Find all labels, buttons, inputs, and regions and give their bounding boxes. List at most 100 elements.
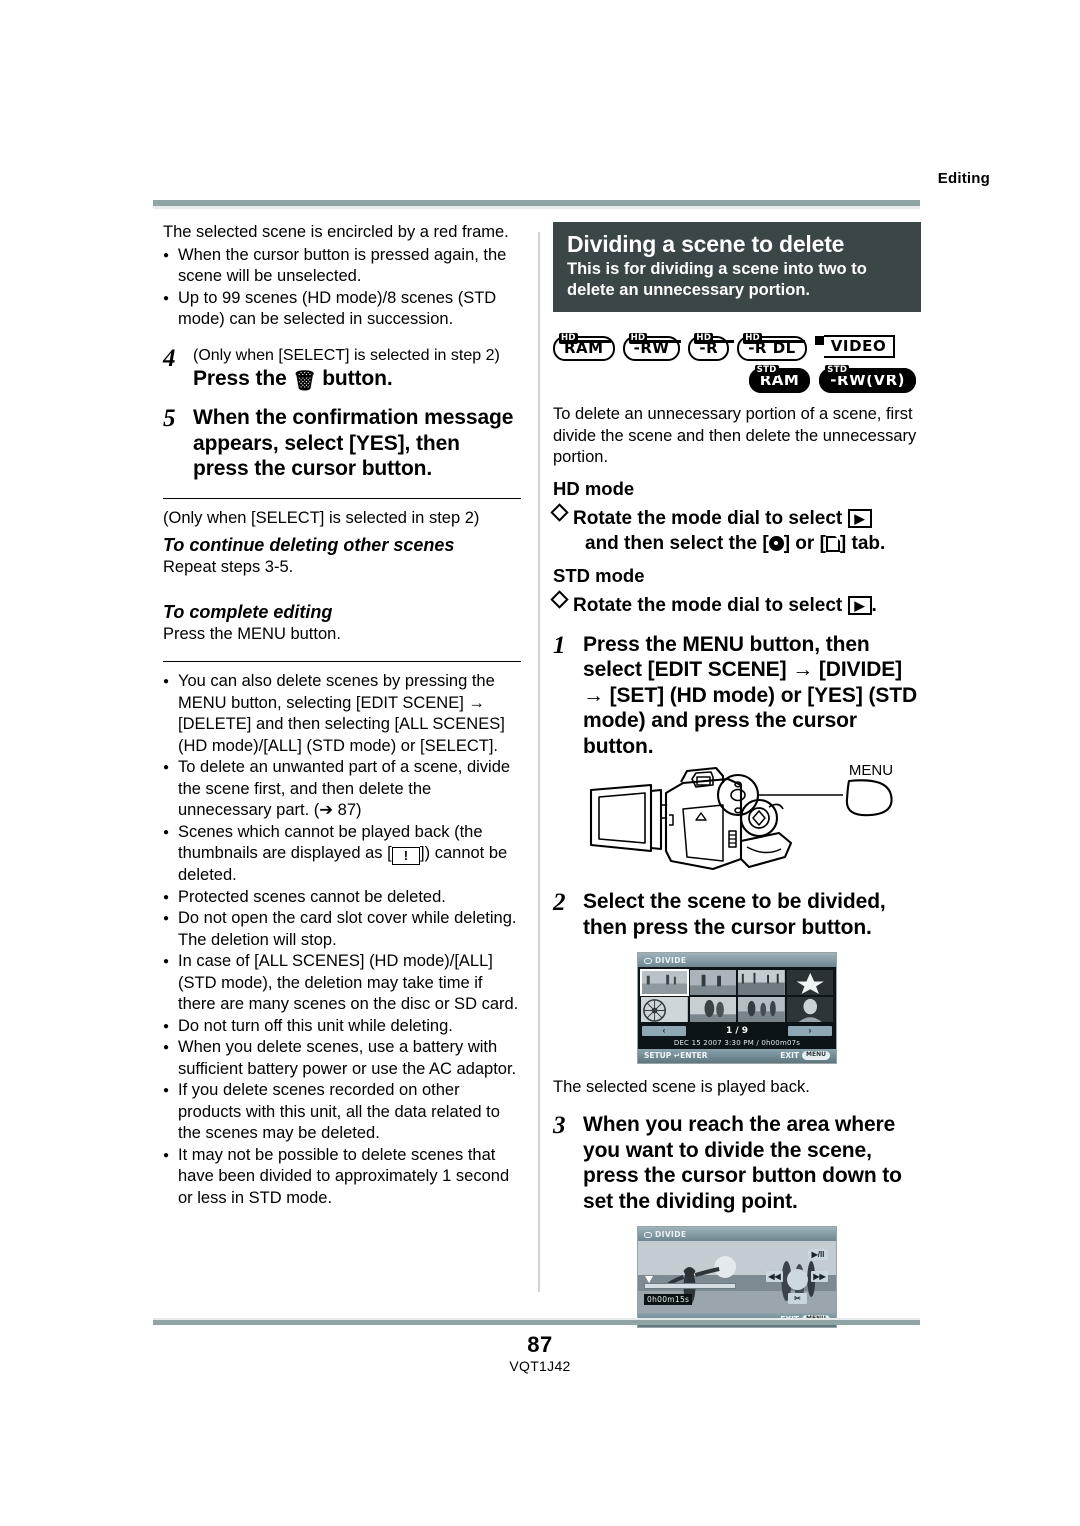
divider-rule (163, 497, 521, 499)
video-marker-icon (814, 336, 824, 345)
thumbnail-item[interactable] (786, 970, 833, 995)
std-mode-instruction-text: Rotate the mode dial to select ▶. (573, 593, 921, 618)
lcd-title-bar: DIVIDE (638, 953, 836, 967)
thumbnail-image (738, 997, 785, 1022)
badge-tag: STD (754, 365, 779, 376)
thumbnail-image (738, 970, 785, 995)
hd-mode-line-b-3: ] tab. (839, 532, 886, 554)
list-item: When you delete scenes, use a battery wi… (163, 1036, 521, 1080)
menu-chip-label: MENU (802, 1051, 830, 1060)
prev-page-button[interactable]: ‹ (642, 1026, 686, 1036)
playback-video-frame: ▶/II ◀◀ ▶▶ ✂ 0h00m15s (638, 1241, 836, 1313)
step-4-instruction: Press the 🗑 button. (193, 366, 521, 392)
lcd-playback-screen: DIVIDE ▶/II ◀◀ ▶▶ ✂ 0h00m15s (637, 1226, 837, 1328)
badge-tag: HD (694, 333, 714, 344)
lcd-thumbnail-screen: DIVIDE ‹ 1 / 9 › DEC 15 2007 3:30 PM / 0… (637, 952, 837, 1064)
disc-icon (644, 957, 652, 964)
list-item: When the cursor button is pressed again,… (163, 244, 521, 288)
std-mode-instruction: Rotate the mode dial to select ▶. (550, 589, 921, 618)
badge-std-ram: STD RAM (748, 365, 811, 393)
badge-hd-r: HD -R (688, 333, 735, 361)
lcd-title-text: DIVIDE (655, 956, 687, 965)
step-2: 2 Select the scene to be divided, then p… (553, 889, 921, 940)
left-after-note: (Only when [SELECT] is selected in step … (163, 508, 480, 527)
hd-mode-instruction: Rotate the mode dial to select ▶ and the… (550, 502, 921, 556)
lcd-nav-row: ‹ 1 / 9 › (638, 1025, 836, 1038)
subheading-continue-deleting: To continue deleting other scenes (163, 535, 455, 555)
step-4-note: (Only when [SELECT] is selected in step … (193, 346, 500, 364)
badge-video: VIDEO (814, 328, 896, 358)
play-pause-button[interactable]: ▶/II (808, 1249, 828, 1260)
step-3-instruction: When you reach the area where you want t… (583, 1113, 902, 1213)
step-number: 2 (553, 889, 566, 916)
fast-forward-button[interactable]: ▶▶ (811, 1271, 828, 1282)
thumbnail-item[interactable] (738, 997, 785, 1022)
badge-tag: HD (559, 333, 578, 344)
thumbnail-image (689, 970, 736, 995)
badge-hd-r-dl: HD -R DL (737, 333, 807, 361)
std-mode-label: STD mode (553, 564, 645, 586)
thumbnail-item[interactable] (786, 997, 833, 1022)
disc-icon (644, 1231, 652, 1238)
std-mode-line: Rotate the mode dial to select (573, 594, 843, 616)
page-number: 87 (527, 1332, 553, 1357)
position-marker-icon (645, 1276, 653, 1283)
timecode-label: 0h00m15s (644, 1294, 693, 1305)
warning-thumbnail-icon: ! (391, 847, 421, 865)
thumbnail-item-selected[interactable] (640, 969, 689, 996)
section-title-block: Dividing a scene to delete This is for d… (553, 222, 921, 312)
list-item: Up to 99 scenes (HD mode)/8 scenes (STD … (163, 287, 521, 331)
manual-page: Editing The selected scene is encircled … (0, 0, 1080, 1526)
header-rule (153, 200, 920, 209)
left-column: The selected scene is encircled by a red… (163, 222, 521, 1209)
scissors-divide-button[interactable]: ✂ (788, 1293, 807, 1304)
subheading-continue-body: Repeat steps 3-5. (163, 558, 294, 576)
left-intro-text: The selected scene is encircled by a red… (163, 223, 509, 241)
step-4: 4 (Only when [SELECT] is selected in ste… (163, 345, 521, 392)
hd-mode-line-b-1: and then select the [ (585, 532, 769, 554)
lcd-title-bar: DIVIDE (638, 1227, 836, 1241)
thumbnail-grid (638, 967, 836, 1025)
step-number: 3 (553, 1112, 566, 1139)
thumbnail-image (689, 997, 736, 1022)
lcd-footer-bar: SETUP ↵ENTER EXIT MENU (638, 1049, 836, 1063)
thumbnail-item[interactable] (738, 970, 785, 995)
hd-mode-line-a: Rotate the mode dial to select (573, 507, 843, 529)
list-item: You can also delete scenes by pressing t… (163, 670, 521, 757)
trash-icon: 🗑 (292, 370, 317, 392)
thumbnail-item[interactable] (689, 997, 736, 1022)
thumbnail-image (786, 997, 833, 1022)
caption-playback: The selected scene is played back. (553, 1078, 810, 1096)
step-4-text-after: button. (322, 366, 393, 390)
badge-tag: HD (628, 333, 648, 344)
progress-track[interactable] (644, 1276, 736, 1289)
camcorder-illustration: MENU (553, 762, 921, 875)
diamond-bullet-icon (550, 502, 569, 522)
list-item: In case of [ALL SCENES] (HD mode)/[ALL] … (163, 950, 521, 1016)
thumbnail-item[interactable] (641, 997, 688, 1022)
list-item: To delete an unwanted part of a scene, d… (163, 756, 521, 822)
subheading-complete-editing: To complete editing (163, 601, 333, 622)
footer-rule (153, 1318, 920, 1325)
diamond-bullet-icon (550, 589, 569, 609)
right-column: Dividing a scene to delete This is for d… (550, 222, 921, 1328)
badge-row-hd: HD RAM HD -RW HD -R HD -R DL VIDEO (553, 328, 921, 361)
badge-hd-rw: HD -RW (622, 333, 681, 361)
list-item-scenes-warning: Scenes which cannot be played back (the … (163, 821, 521, 887)
step-1-instruction: Press the MENU button, then select [EDIT… (583, 632, 918, 758)
lcd-footer-exit[interactable]: EXIT MENU (780, 1051, 830, 1060)
thumbnail-item[interactable] (689, 970, 736, 995)
step-5: 5 When the confirmation message appears,… (163, 405, 521, 482)
thumbnail-image (641, 970, 688, 995)
subheading-complete-body: Press the MENU button. (163, 624, 341, 643)
step-4-text-before: Press the (193, 366, 287, 390)
badge-tag: STD (825, 365, 850, 376)
left-intro-bullets: When the cursor button is pressed again,… (163, 244, 521, 331)
lcd-title-text: DIVIDE (655, 1230, 687, 1239)
section-subtitle: This is for dividing a scene into two to… (567, 260, 867, 299)
page-indicator: 1 / 9 (725, 1026, 749, 1036)
next-page-button[interactable]: › (787, 1026, 832, 1036)
lcd-footer-setup-label[interactable]: SETUP ↵ENTER (644, 1051, 708, 1060)
section-title: Dividing a scene to delete (567, 231, 845, 257)
rewind-button[interactable]: ◀◀ (766, 1271, 783, 1282)
